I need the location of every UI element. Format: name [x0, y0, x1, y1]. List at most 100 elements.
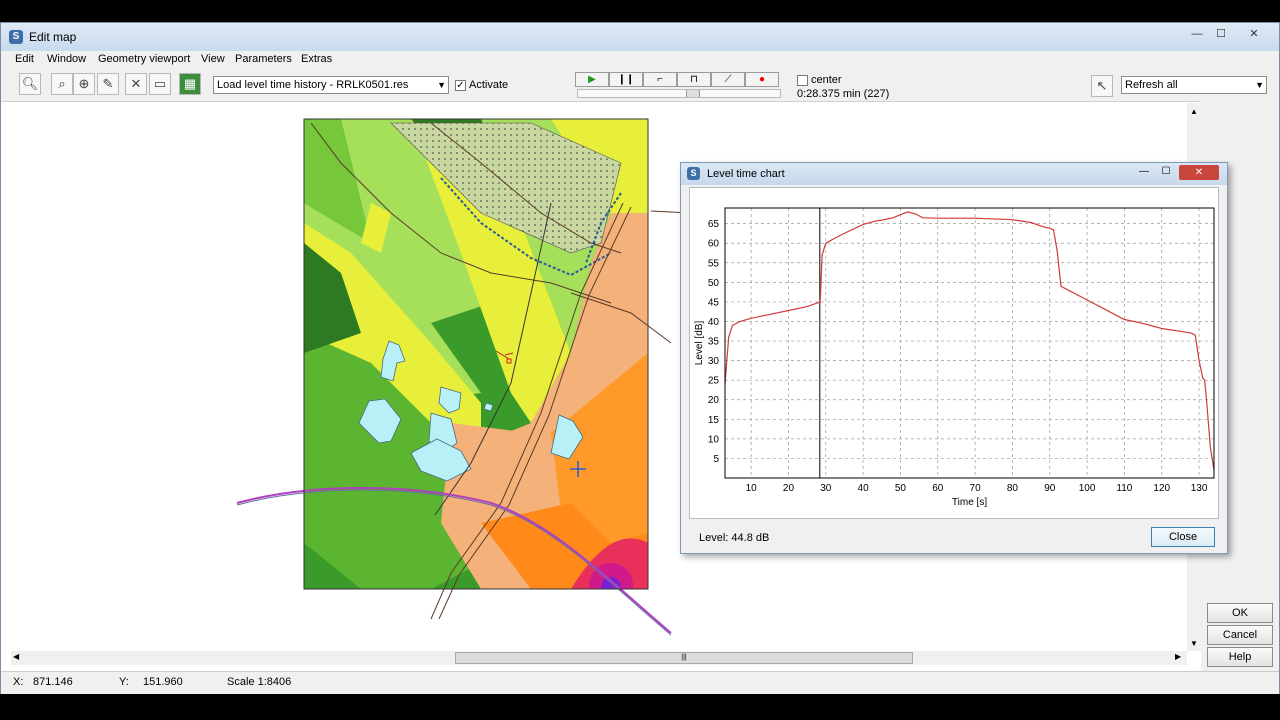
y-tick-label: 35: [708, 337, 720, 348]
activate-label: Activate: [469, 79, 509, 91]
x-tick-label: 120: [1153, 483, 1170, 494]
x-tick-label: 130: [1191, 483, 1208, 494]
rectangle-icon[interactable]: ▭: [149, 73, 171, 95]
zoom-in-icon[interactable]: 🔍︎: [19, 73, 41, 95]
y-coordinate: 151.960: [143, 676, 183, 688]
pointer-icon[interactable]: ↖: [1091, 75, 1113, 97]
app-icon: S: [687, 167, 700, 180]
x-tick-label: 10: [746, 483, 758, 494]
scroll-right-icon[interactable]: ▶: [1175, 652, 1181, 661]
chart-title-bar[interactable]: S Level time chart — ☐ ✕: [681, 163, 1227, 185]
chart-window-title: Level time chart: [707, 168, 785, 180]
load-combo-value: Load level time history - RRLK0501.res: [217, 79, 409, 91]
chevron-down-icon: ▼: [1255, 80, 1264, 90]
x-tick-label: 80: [1007, 483, 1019, 494]
map-scale: Scale 1:8406: [227, 676, 292, 688]
level-map-icon[interactable]: ▦: [179, 73, 201, 95]
y-axis-ticks: 5 10 15 20 25 30 35 40 45 50 55 60 65: [708, 219, 720, 465]
menu-parameters[interactable]: Parameters: [235, 53, 292, 65]
record-button[interactable]: ●: [745, 72, 779, 87]
window-title: Edit map: [29, 30, 77, 44]
x-tick-label: 50: [895, 483, 907, 494]
y-tick-label: 40: [708, 317, 720, 328]
scroll-left-icon[interactable]: ◀: [13, 652, 19, 661]
zoom-window-icon[interactable]: ⌕: [51, 73, 73, 95]
chart-grid: [725, 208, 1214, 478]
y-tick-label: 30: [708, 356, 720, 367]
ok-button[interactable]: OK: [1207, 603, 1273, 623]
measure-icon[interactable]: ✎: [97, 73, 119, 95]
y-label: Y:: [119, 676, 129, 688]
title-bar[interactable]: S Edit map — ☐ ✕: [1, 23, 1279, 51]
chart-minimize-button[interactable]: —: [1133, 166, 1155, 180]
x-tick-label: 40: [858, 483, 870, 494]
x-tick-label: 90: [1044, 483, 1056, 494]
chart-close-window-button[interactable]: ✕: [1179, 165, 1219, 180]
activate-checkbox[interactable]: ✓: [455, 80, 466, 91]
menu-geometry-viewport[interactable]: Geometry viewport: [98, 53, 190, 65]
load-level-time-history-combo[interactable]: Load level time history - RRLK0501.res ▼: [213, 76, 449, 94]
y-tick-label: 25: [708, 376, 720, 387]
pause-button[interactable]: ❙❙: [609, 72, 643, 87]
menu-edit[interactable]: Edit: [15, 53, 34, 65]
zoom-plus-icon[interactable]: ⊕: [73, 73, 95, 95]
y-tick-label: 15: [708, 415, 720, 426]
x-label: X:: [13, 676, 24, 688]
x-axis-label: Time [s]: [952, 497, 987, 508]
stop-button[interactable]: ⌐: [643, 72, 677, 87]
scroll-up-icon[interactable]: ▲: [1190, 107, 1198, 116]
y-tick-label: 50: [708, 278, 720, 289]
level-time-chart-window: S Level time chart — ☐ ✕ 5 10 15 20 25 30 35 40…: [680, 162, 1228, 554]
plot-frame: [724, 207, 1215, 479]
chart-plot-area[interactable]: 5 10 15 20 25 30 35 40 45 50 55 60 65 10 20 30 40 50 60 70…: [689, 187, 1219, 519]
chart-maximize-button[interactable]: ☐: [1155, 166, 1177, 180]
time-slider[interactable]: [577, 89, 781, 98]
play-button[interactable]: ▶: [575, 72, 609, 87]
minimize-button[interactable]: —: [1185, 26, 1209, 42]
chevron-down-icon: ▼: [437, 80, 446, 90]
x-tick-label: 110: [1116, 483, 1132, 494]
menu-bar: Edit Window Geometry viewport View Param…: [1, 51, 1279, 69]
x-axis-ticks: 10 20 30 40 50 60 70 80 90 100 110 120 130: [746, 483, 1208, 494]
chart-close-button[interactable]: Close: [1151, 527, 1215, 547]
refresh-combo-value: Refresh all: [1125, 79, 1178, 91]
y-tick-label: 60: [708, 239, 720, 250]
x-tick-label: 30: [820, 483, 832, 494]
level-readout: Level: 44.8 dB: [699, 532, 770, 544]
status-bar: X: 871.146 Y: 151.960 Scale 1:8406: [1, 671, 1279, 694]
toolbar: 🔍︎ ⌕ ⊕ ✎ ✕ ▭ ▦ Load level time history -…: [1, 69, 1279, 102]
menu-view[interactable]: View: [201, 53, 225, 65]
y-tick-label: 5: [713, 454, 719, 465]
y-tick-label: 20: [708, 395, 720, 406]
y-tick-label: 55: [708, 258, 720, 269]
menu-extras[interactable]: Extras: [301, 53, 332, 65]
y-tick-label: 65: [708, 219, 720, 230]
x-tick-label: 60: [932, 483, 944, 494]
y-tick-label: 45: [708, 297, 720, 308]
x-tick-label: 20: [783, 483, 795, 494]
y-axis-label: Level [dB]: [694, 321, 705, 366]
step-forward-button[interactable]: ⟋: [711, 72, 745, 87]
horizontal-scroll-thumb[interactable]: |||: [455, 652, 913, 664]
center-checkbox[interactable]: [797, 75, 808, 86]
noise-grid: [304, 119, 648, 589]
x-tick-label: 70: [970, 483, 982, 494]
scroll-down-icon[interactable]: ▼: [1190, 639, 1198, 648]
time-readout: 0:28.375 min (227): [797, 88, 890, 100]
time-slider-thumb[interactable]: [686, 90, 700, 97]
maximize-button[interactable]: ☐: [1209, 26, 1233, 42]
horizontal-scrollbar[interactable]: ◀ ||| ▶: [11, 651, 1187, 665]
y-tick-label: 10: [708, 434, 720, 445]
close-window-button[interactable]: ✕: [1239, 26, 1269, 42]
refresh-combo[interactable]: Refresh all ▼: [1121, 76, 1267, 94]
menu-window[interactable]: Window: [47, 53, 86, 65]
app-icon: S: [9, 30, 23, 44]
cancel-button[interactable]: Cancel: [1207, 625, 1273, 645]
level-time-chart: 5 10 15 20 25 30 35 40 45 50 55 60 65 10 20 30 40 50 60 70…: [694, 207, 1215, 508]
select-cross-icon[interactable]: ✕: [125, 73, 147, 95]
step-back-button[interactable]: ⊓: [677, 72, 711, 87]
x-coordinate: 871.146: [33, 676, 73, 688]
help-button[interactable]: Help: [1207, 647, 1273, 667]
x-tick-label: 100: [1079, 483, 1096, 494]
center-label: center: [811, 74, 842, 86]
